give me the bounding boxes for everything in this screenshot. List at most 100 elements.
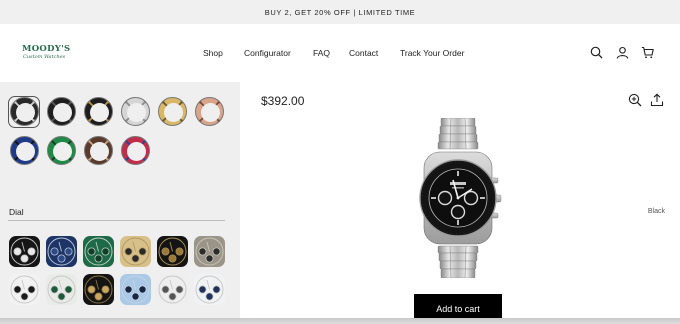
bezel-option-green[interactable] xyxy=(47,136,76,165)
dial-face-graphic xyxy=(120,274,151,305)
dial-option-blue[interactable] xyxy=(46,236,77,267)
dial-divider xyxy=(8,220,225,221)
nav-link-label[interactable]: Track Your Order xyxy=(400,48,464,58)
os-taskbar-edge xyxy=(0,318,680,324)
dial-option-white-grey[interactable] xyxy=(157,274,188,305)
dial-subdial xyxy=(124,247,133,256)
dial-subdial xyxy=(64,285,73,294)
dial-subdial xyxy=(124,285,133,294)
nav-track-order[interactable]: Track Your Order xyxy=(400,46,464,60)
nav-shop[interactable]: Shop xyxy=(203,46,223,60)
dial-option-grey-meteorite[interactable] xyxy=(194,236,225,267)
announcement-text: BUY 2, GET 20% OFF | LIMITED TIME xyxy=(264,7,416,17)
dial-option-green[interactable] xyxy=(83,236,114,267)
dial-option-white-green[interactable] xyxy=(46,274,77,305)
dial-subdial xyxy=(20,292,29,301)
dial-face-graphic xyxy=(83,274,114,305)
dial-face-graphic xyxy=(83,236,114,267)
dial-subdial xyxy=(168,254,177,263)
dial-subdial xyxy=(87,285,96,294)
dial-subdial xyxy=(138,285,147,294)
dial-subdial xyxy=(205,254,214,263)
bezel-option-blue-black[interactable] xyxy=(10,136,39,165)
dial-subdial xyxy=(138,247,147,256)
nav-link-label[interactable]: FAQ xyxy=(313,48,330,58)
share-icon[interactable] xyxy=(650,93,664,107)
bezel-option-silver[interactable] xyxy=(121,97,150,126)
dial-subdial xyxy=(198,285,207,294)
dial-subdial xyxy=(101,247,110,256)
product-price: $392.00 xyxy=(261,94,305,108)
dial-option-white-blue[interactable] xyxy=(194,274,225,305)
bracelet-top xyxy=(437,118,479,150)
dial-subdial xyxy=(212,285,221,294)
dial-option-black-gold[interactable] xyxy=(157,236,188,267)
dial-subdial xyxy=(131,292,140,301)
bezel-inner xyxy=(127,103,146,122)
bezel-option-gold[interactable] xyxy=(158,97,187,126)
bezel-inner xyxy=(164,103,183,122)
dial-subdial xyxy=(212,247,221,256)
dial-subdial xyxy=(94,254,103,263)
bezel-inner xyxy=(53,142,72,161)
dial-face-graphic xyxy=(9,274,40,305)
product-watch-image xyxy=(419,118,502,278)
nav-contact[interactable]: Contact xyxy=(349,46,378,60)
dial-subdial xyxy=(13,247,22,256)
dial-face-graphic xyxy=(157,236,188,267)
dial-subdial xyxy=(27,285,36,294)
bezel-inner xyxy=(53,103,72,122)
dial-subdial xyxy=(27,247,36,256)
nav-link-label[interactable]: Configurator xyxy=(244,48,291,58)
dial-subdial xyxy=(175,285,184,294)
site-header: MOODY'S Custom Watches Shop Configurator… xyxy=(0,24,680,82)
dial-subdial xyxy=(57,292,66,301)
dial-subdial xyxy=(161,247,170,256)
cart-icon[interactable] xyxy=(639,44,655,60)
dial-subdial xyxy=(161,285,170,294)
dial-option-champagne[interactable] xyxy=(120,236,151,267)
dial-face-graphic xyxy=(120,236,151,267)
dial-option-black-gold-2[interactable] xyxy=(83,274,114,305)
bezel-option-rose-gold[interactable] xyxy=(195,97,224,126)
bezel-option-black-gold[interactable] xyxy=(84,97,113,126)
dial-subdial xyxy=(64,247,73,256)
search-icon[interactable] xyxy=(588,44,604,60)
bezel-inner xyxy=(201,103,220,122)
dial-subdial xyxy=(198,247,207,256)
bezel-inner xyxy=(127,142,146,161)
dial-face-graphic xyxy=(46,236,77,267)
dial-option-white-black-subdials[interactable] xyxy=(9,274,40,305)
dial-subdial xyxy=(57,254,66,263)
bracelet-bottom xyxy=(437,245,479,278)
zoom-in-icon[interactable] xyxy=(628,93,642,107)
bezel-inner xyxy=(16,142,35,161)
dial-subdial xyxy=(50,285,59,294)
nav-configurator[interactable]: Configurator xyxy=(244,46,291,60)
brand-name: MOODY'S xyxy=(22,44,71,54)
dial-subdial xyxy=(20,254,29,263)
dial-section-label: Dial xyxy=(9,207,24,217)
bezel-option-brown[interactable] xyxy=(84,136,113,165)
dial-option-ice-blue[interactable] xyxy=(120,274,151,305)
nav-faq[interactable]: FAQ xyxy=(313,46,330,60)
brand-tagline: Custom Watches xyxy=(23,54,66,60)
dial-subdial xyxy=(175,247,184,256)
bezel-option-red-blue[interactable] xyxy=(121,136,150,165)
dial-subdial xyxy=(205,292,214,301)
dial-subdial xyxy=(101,285,110,294)
dial-face-graphic xyxy=(194,236,225,267)
account-icon[interactable] xyxy=(614,44,630,60)
dial-option-black-white-subdials[interactable] xyxy=(9,236,40,267)
dial-subdial xyxy=(168,292,177,301)
dial-subdial xyxy=(94,292,103,301)
bezel-option-black-silver[interactable] xyxy=(10,97,39,126)
bezel-inner xyxy=(90,103,109,122)
nav-link-label[interactable]: Shop xyxy=(203,48,223,58)
dial-face-graphic xyxy=(157,274,188,305)
brand-logo[interactable]: MOODY'S Custom Watches xyxy=(22,44,71,66)
bezel-option-black[interactable] xyxy=(47,97,76,126)
nav-link-label[interactable]: Contact xyxy=(349,48,378,58)
bezel-inner xyxy=(90,142,109,161)
dial-subdial xyxy=(13,285,22,294)
